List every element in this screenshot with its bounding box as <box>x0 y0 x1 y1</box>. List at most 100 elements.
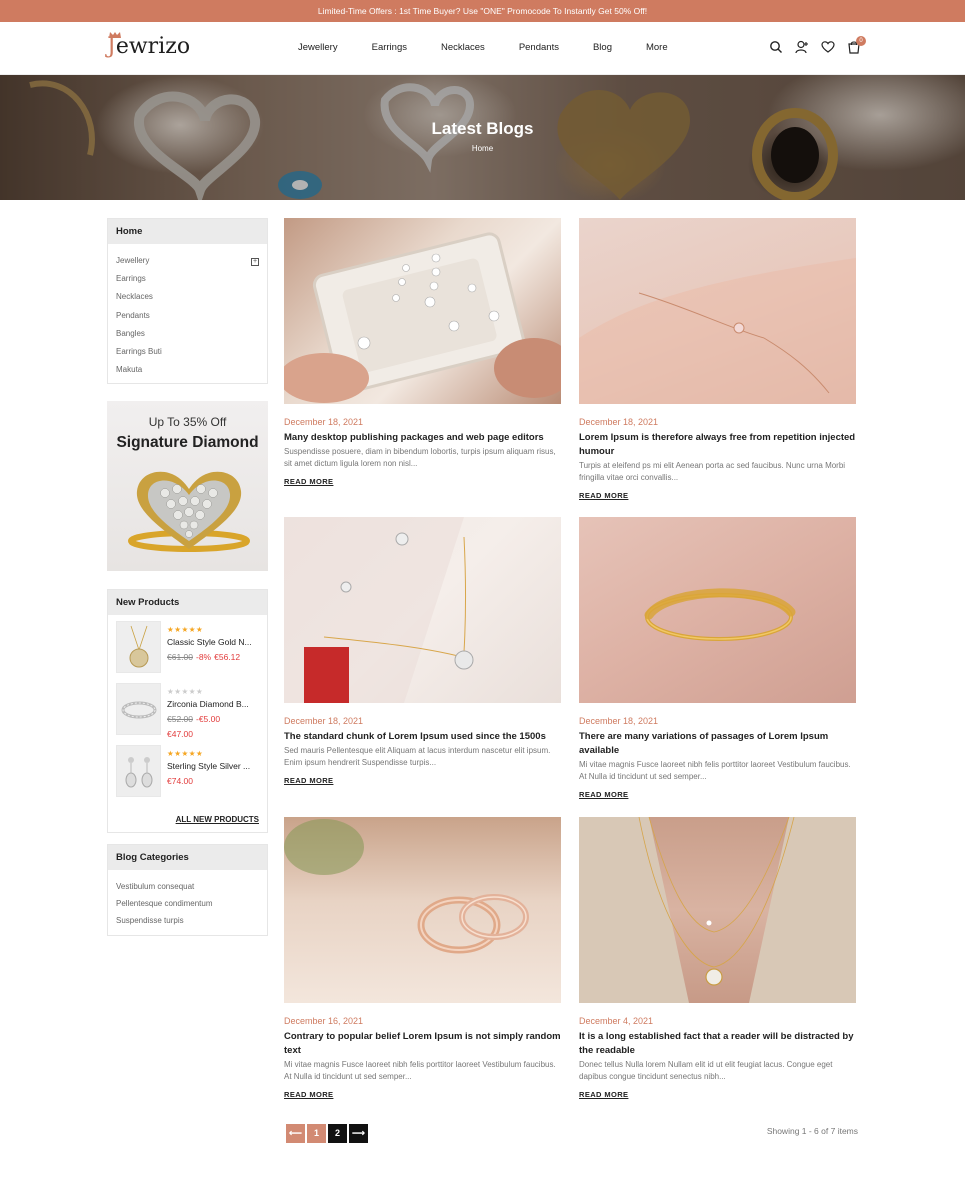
category-item-jewellery[interactable]: Jewellery <box>116 252 259 270</box>
category-item-earrings-buti[interactable]: Earrings Buti <box>116 343 259 361</box>
product-thumbnail[interactable] <box>116 621 161 674</box>
blog-post-image[interactable] <box>284 817 561 1003</box>
star-icon: ★ <box>188 687 196 697</box>
category-item-makuta[interactable]: Makuta <box>116 361 259 379</box>
post-date: December 18, 2021 <box>579 417 659 427</box>
current-price-value: €74.00 <box>167 776 193 787</box>
star-icon: ★ <box>188 749 196 759</box>
product-item[interactable]: ★★★★★ Zirconia Diamond B... €52.00 -€5.00… <box>108 677 267 739</box>
read-more-link[interactable]: READ MORE <box>284 776 561 785</box>
bracelet-wrist-photo <box>579 258 856 404</box>
post-title[interactable]: Many desktop publishing packages and web… <box>284 431 561 445</box>
breadcrumb-home[interactable]: Home <box>0 144 965 153</box>
read-more-link[interactable]: READ MORE <box>579 1090 856 1099</box>
promo-bar-text: Limited-Time Offers : 1st Time Buyer? Us… <box>317 6 648 16</box>
pendant-necklace-photo <box>284 517 474 703</box>
product-thumbnail[interactable] <box>116 683 161 736</box>
post-date: December 18, 2021 <box>284 716 364 726</box>
post-excerpt: Sed mauris Pellentesque elit Aliquam at … <box>284 746 551 767</box>
nav-necklaces[interactable]: Necklaces <box>441 42 485 53</box>
read-more-link[interactable]: READ MORE <box>284 477 561 486</box>
all-new-products-link[interactable]: ALL NEW PRODUCTS <box>108 801 267 832</box>
heart-icon[interactable] <box>821 40 835 54</box>
logo[interactable]: Jewrizo <box>107 34 190 59</box>
read-more-link[interactable]: READ MORE <box>579 491 856 500</box>
rating-stars: ★★★★★ <box>167 749 203 758</box>
category-menu-head[interactable]: Home <box>108 219 267 244</box>
blog-category-item[interactable]: Suspendisse turpis <box>116 912 259 929</box>
cart-count-badge: 0 <box>856 36 866 46</box>
blog-post-card: December 18, 2021 There are many variati… <box>579 517 856 799</box>
post-title[interactable]: The standard chunk of Lorem Ipsum used s… <box>284 730 561 744</box>
star-icon: ★ <box>195 625 204 635</box>
category-item-necklaces[interactable]: Necklaces <box>116 288 259 306</box>
post-title[interactable]: Contrary to popular belief Lorem Ipsum i… <box>284 1030 561 1058</box>
name-ring-photo <box>644 588 796 641</box>
post-date: December 18, 2021 <box>579 716 659 726</box>
category-menu: Home + Jewellery Earrings Necklaces Pend… <box>107 218 268 385</box>
heart-ring-image <box>128 472 250 553</box>
star-icon: ★ <box>181 749 189 759</box>
blog-post-image[interactable] <box>579 817 856 1003</box>
blog-post-card: December 18, 2021 Many desktop publishin… <box>284 218 561 486</box>
product-name[interactable]: Zirconia Diamond B... <box>167 699 262 709</box>
read-more-link[interactable]: READ MORE <box>284 1090 561 1099</box>
search-icon[interactable] <box>769 40 783 54</box>
old-price: €61.00 <box>167 652 193 663</box>
product-name[interactable]: Classic Style Gold N... <box>167 637 262 647</box>
product-item[interactable]: ★★★★★ Sterling Style Silver ... €74.00 <box>108 739 267 801</box>
user-add-icon[interactable] <box>795 40 809 54</box>
star-icon: ★ <box>181 687 189 697</box>
nav-more[interactable]: More <box>646 42 668 53</box>
cart-button[interactable]: 0 <box>847 36 866 54</box>
blog-category-item[interactable]: Pellentesque condimentum <box>116 895 259 912</box>
post-title[interactable]: Lorem Ipsum is therefore always free fro… <box>579 431 856 459</box>
post-title[interactable]: There are many variations of passages of… <box>579 730 856 758</box>
logo-text: ewrizo <box>115 34 191 59</box>
new-products-panel: New Products ★★★★★ Classic Style Gold N.… <box>107 589 268 834</box>
logo-initial: J <box>107 34 116 59</box>
post-excerpt: Suspendisse posuere, diam in bibendum lo… <box>284 447 556 468</box>
category-item-earrings[interactable]: Earrings <box>116 270 259 288</box>
main-nav: Jewellery Earrings Necklaces Pendants Bl… <box>298 42 702 53</box>
site-header: Jewrizo Jewellery Earrings Necklaces Pen… <box>0 22 965 75</box>
prev-page-button[interactable]: ⟵ <box>286 1124 305 1143</box>
new-products-head: New Products <box>108 590 267 616</box>
blog-categories-head: Blog Categories <box>108 845 267 871</box>
product-name[interactable]: Sterling Style Silver ... <box>167 761 262 771</box>
blog-category-item[interactable]: Vestibulum consequat <box>116 878 259 895</box>
sidebar: Home + Jewellery Earrings Necklaces Pend… <box>107 218 268 937</box>
read-more-link[interactable]: READ MORE <box>579 790 856 799</box>
nav-earrings[interactable]: Earrings <box>372 42 407 53</box>
post-excerpt: Mi vitae magnis Fusce laoreet nibh felis… <box>284 1060 556 1081</box>
post-excerpt: Turpis at eleifend ps mi elit Aenean por… <box>579 461 846 482</box>
blog-post-image[interactable] <box>579 218 856 404</box>
category-item-pendants[interactable]: Pendants <box>116 307 259 325</box>
product-thumbnail[interactable] <box>116 745 161 798</box>
blog-post-image[interactable] <box>579 517 856 703</box>
star-icon: ★ <box>195 749 204 759</box>
post-date: December 16, 2021 <box>284 1016 364 1026</box>
page-2-button[interactable]: 2 <box>328 1124 347 1143</box>
nav-pendants[interactable]: Pendants <box>519 42 559 53</box>
promo-banner[interactable]: Up To 35% Off Signature Diamond <box>107 401 268 572</box>
blog-post-image[interactable] <box>284 218 561 404</box>
current-price: €47.00 <box>167 729 193 740</box>
rating-stars: ★★★★★ <box>167 687 203 696</box>
nav-jewellery[interactable]: Jewellery <box>298 42 338 53</box>
necklace-thumbnail-image <box>129 626 149 668</box>
promo-bar: Limited-Time Offers : 1st Time Buyer? Us… <box>0 0 965 22</box>
star-icon: ★ <box>195 687 204 697</box>
next-page-button[interactable]: ⟶ <box>349 1124 368 1143</box>
page-1-button[interactable]: 1 <box>307 1124 326 1143</box>
product-price: €52.00 -€5.00 <box>167 714 223 724</box>
wedding-rings-photo <box>284 819 529 954</box>
earrings-box-photo <box>284 232 561 403</box>
product-item[interactable]: ★★★★★ Classic Style Gold N... €61.00 -8% €… <box>108 615 267 677</box>
category-item-bangles[interactable]: Bangles <box>116 325 259 343</box>
blog-post-image[interactable] <box>284 517 561 703</box>
post-title[interactable]: It is a long established fact that a rea… <box>579 1030 856 1058</box>
expand-plus-icon[interactable]: + <box>251 258 259 266</box>
old-price: €52.00 <box>167 714 193 725</box>
nav-blog[interactable]: Blog <box>593 42 612 53</box>
